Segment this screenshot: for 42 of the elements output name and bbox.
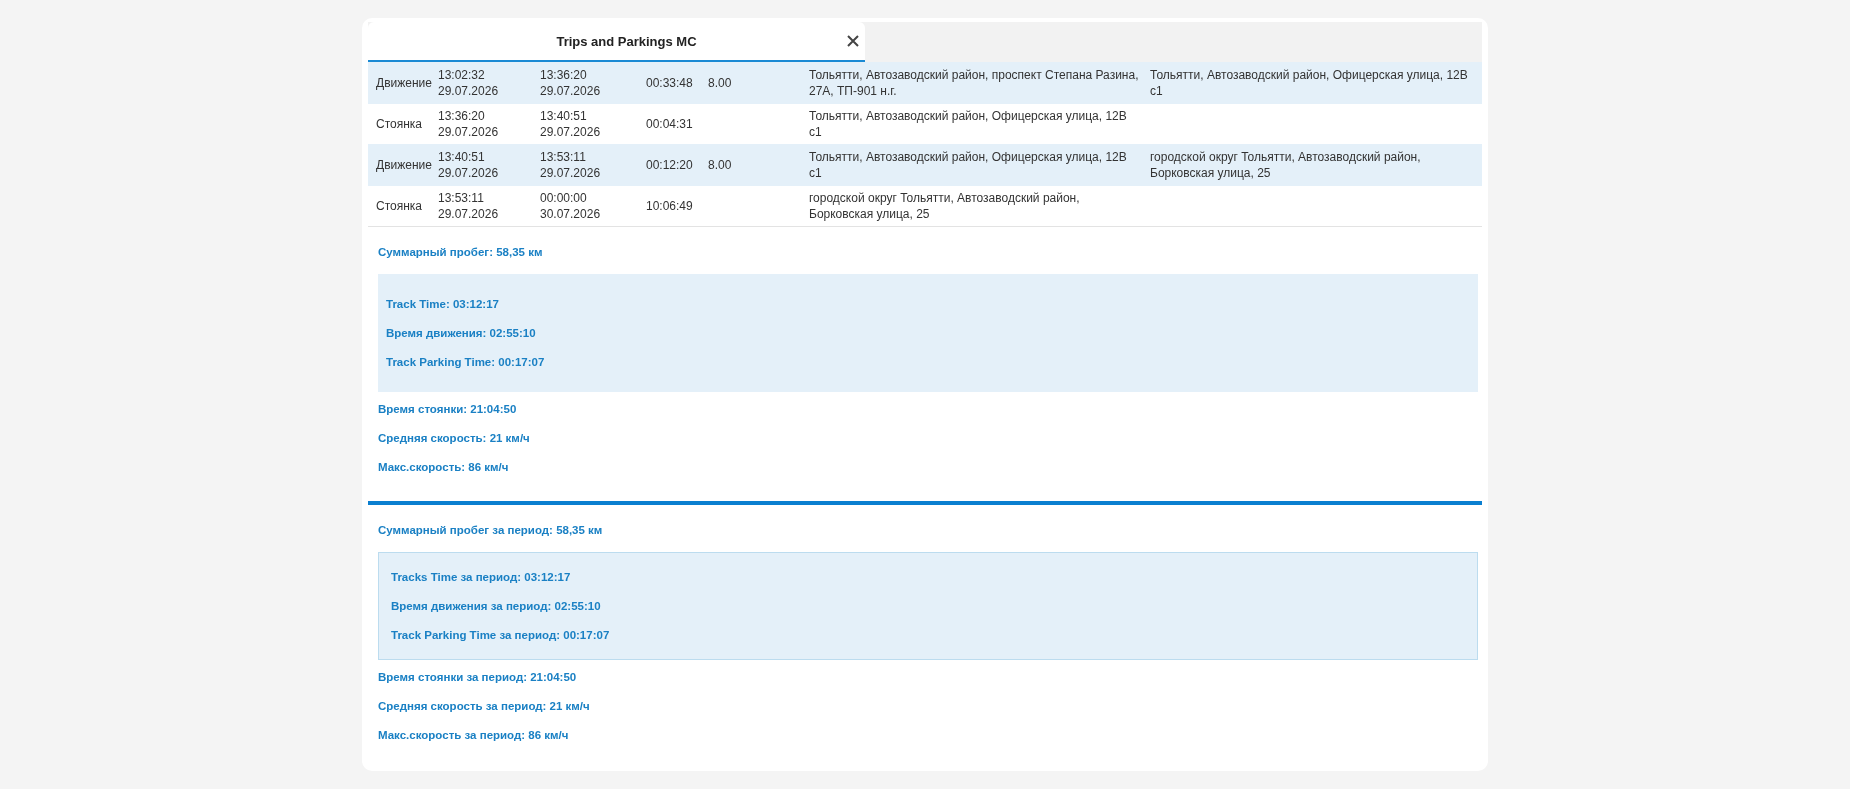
table-cell-text: 13:40:51 29.07.2026: [437, 149, 500, 182]
summary-text: Track Time: 03:12:17: [386, 297, 500, 311]
table-cell-text: 13:53:11 29.07.2026: [437, 190, 500, 223]
table-cell-text: 00:33:48: [645, 75, 694, 92]
close-button[interactable]: [845, 33, 861, 49]
summary-text: Макс.скорость: 86 км/ч: [378, 460, 510, 474]
table-cell-text: Движение: [375, 75, 433, 92]
window-tab[interactable]: Trips and Parkings MC: [368, 22, 865, 62]
summary-text: Tracks Time за период: 03:12:17: [391, 570, 572, 584]
summary-text: Средняя скорость за период: 21 км/ч: [378, 699, 591, 713]
summary-text: Макс.скорость за период: 86 км/ч: [378, 728, 570, 742]
summary-text: Время стоянки: 21:04:50: [378, 402, 518, 416]
window-title: Trips and Parkings MC: [555, 33, 698, 49]
table-cell-text: городской округ Тольятти, Автозаводский район, Борковская улица, 25: [808, 190, 1081, 223]
summary-text: Суммарный пробег за период: 58,35 км: [378, 523, 604, 537]
table-cell-text: 13:53:11 29.07.2026: [539, 149, 602, 182]
summary-text: Track Parking Time: 00:17:07: [386, 355, 546, 369]
table-cell-text: 13:40:51 29.07.2026: [539, 108, 602, 141]
table-cell-text: городской округ Тольятти, Автозаводский район, Борковская улица, 25: [1149, 149, 1422, 182]
table-cell-text: Движение: [375, 157, 433, 174]
table-cell-text: Тольятти, Автозаводский район, Офицерская улица, 12В с1: [808, 108, 1128, 141]
summary-text: Track Parking Time за период: 00:17:07: [391, 628, 611, 642]
table-cell-text: 00:04:31: [645, 116, 694, 133]
table-cell-text: 00:00:00 30.07.2026: [539, 190, 602, 223]
table-cell-text: Тольятти, Автозаводский район, Офицерская улица, 12В с1: [808, 149, 1128, 182]
summary-text: Время движения за период: 02:55:10: [391, 599, 602, 613]
table-cell-text: 8.00: [707, 157, 733, 174]
summary-text: Время движения: 02:55:10: [386, 326, 537, 340]
summary-text: Средняя скорость: 21 км/ч: [378, 431, 531, 445]
table-cell-text: 8.00: [707, 75, 733, 92]
table-cell-text: 10:06:49: [645, 198, 694, 215]
close-icon: [847, 35, 859, 47]
table-cell-text: Тольятти, Автозаводский район, Офицерская улица, 12В с1: [1149, 67, 1469, 100]
table-cell-text: 13:02:32 29.07.2026: [437, 67, 500, 100]
table-cell-text: 13:36:20 29.07.2026: [437, 108, 500, 141]
summary-text: Суммарный пробег: 58,35 км: [378, 245, 544, 259]
summary-text: Время стоянки за период: 21:04:50: [378, 670, 578, 684]
table-cell-text: Стоянка: [375, 116, 423, 133]
table-cell-text: Тольятти, Автозаводский район, проспект Степана Разина, 27А, ТП-901 н.г.: [808, 67, 1140, 100]
table-cell-text: 00:12:20: [645, 157, 694, 174]
table-cell-text: Стоянка: [375, 198, 423, 215]
table-cell-text: 13:36:20 29.07.2026: [539, 67, 602, 100]
